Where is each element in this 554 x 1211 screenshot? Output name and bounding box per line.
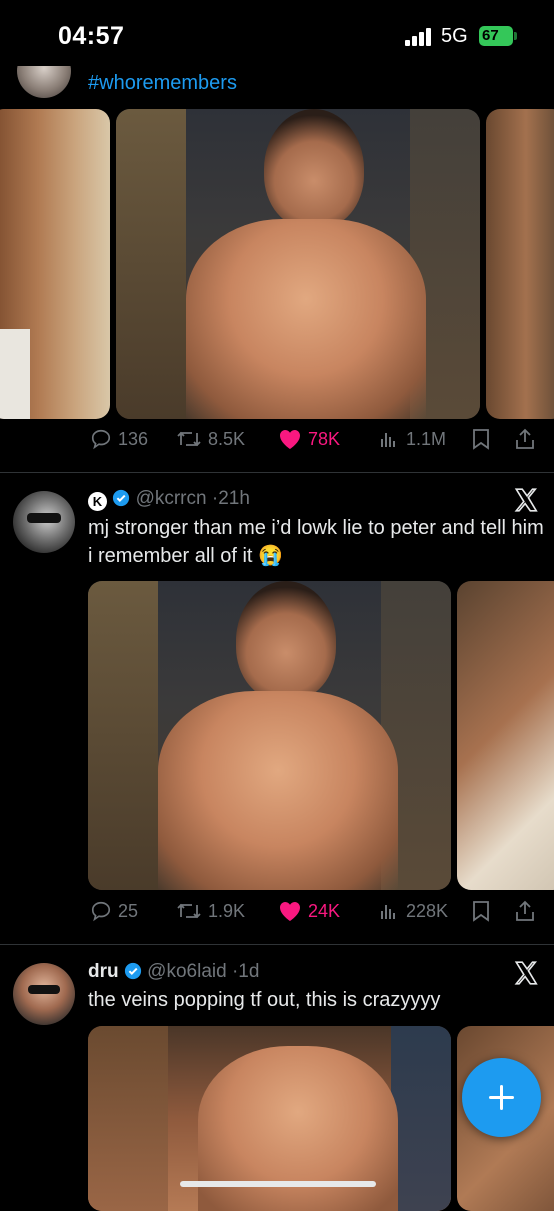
like-button[interactable]: 78K xyxy=(278,428,340,450)
views-button[interactable]: 228K xyxy=(378,900,448,922)
avatar[interactable] xyxy=(13,491,75,553)
status-time: 04:57 xyxy=(58,22,125,50)
view-count: 1.1M xyxy=(406,428,447,449)
reply-count: 25 xyxy=(118,900,139,921)
user-handle[interactable]: @kcrrcn xyxy=(136,488,207,509)
share-button[interactable] xyxy=(514,900,536,922)
x-logo-icon xyxy=(514,488,538,512)
tweet-image[interactable] xyxy=(116,109,480,419)
bookmark-icon xyxy=(473,429,489,450)
share-button[interactable] xyxy=(514,428,536,450)
reply-count: 136 xyxy=(118,428,149,449)
heart-icon xyxy=(280,902,300,921)
battery-level: 67 xyxy=(482,27,499,44)
repost-count: 8.5K xyxy=(208,428,246,449)
bookmark-button[interactable] xyxy=(472,428,490,450)
repost-icon xyxy=(177,903,201,919)
tweet-image[interactable] xyxy=(0,109,110,419)
share-icon xyxy=(516,428,534,449)
view-count: 228K xyxy=(406,900,449,921)
tweet-text: mj stronger than me i’d lowk lie to pete… xyxy=(88,517,544,567)
k-logo-icon: K xyxy=(88,492,107,511)
analytics-icon xyxy=(381,433,395,447)
like-button[interactable]: 24K xyxy=(278,900,340,922)
reply-icon xyxy=(91,429,111,450)
repost-count: 1.9K xyxy=(208,900,246,921)
tweet-divider xyxy=(0,944,554,945)
like-count: 24K xyxy=(308,900,341,921)
status-bar: 04:57 5G 67 xyxy=(0,0,554,66)
views-button[interactable]: 1.1M xyxy=(378,428,446,450)
tweet-time: 1d xyxy=(238,961,260,982)
reply-icon xyxy=(91,901,111,922)
display-name[interactable]: dru xyxy=(88,961,119,982)
verified-badge-icon xyxy=(113,489,130,507)
tweet-header: K @kcrrcn ·21h xyxy=(88,488,250,511)
tweet-actions: 136 8.5K 78K 1.1M xyxy=(88,428,538,458)
network-type: 5G xyxy=(441,25,468,47)
signal-icon xyxy=(405,28,431,46)
battery-icon: 67 xyxy=(479,26,517,46)
avatar[interactable] xyxy=(13,963,75,1025)
reply-button[interactable]: 25 xyxy=(90,900,138,922)
hashtag-link[interactable]: #whoremembers xyxy=(88,72,237,95)
tweet-text: the veins popping tf out, this is crazyy… xyxy=(88,989,441,1011)
share-icon xyxy=(516,900,534,921)
tweet-divider xyxy=(0,472,554,473)
tweet-image[interactable] xyxy=(486,109,554,419)
tweet-header: dru @ko6laid ·1d xyxy=(88,961,260,982)
heart-icon xyxy=(280,430,300,449)
tweet-image[interactable] xyxy=(457,581,554,890)
verified-badge-icon xyxy=(124,962,141,980)
repost-button[interactable]: 8.5K xyxy=(176,428,245,450)
user-handle[interactable]: @ko6laid xyxy=(147,961,227,982)
repost-icon xyxy=(177,431,201,447)
tweet-actions: 25 1.9K 24K 228K xyxy=(88,900,538,930)
reply-button[interactable]: 136 xyxy=(90,428,148,450)
x-logo-icon xyxy=(514,961,538,985)
compose-button[interactable] xyxy=(462,1058,541,1137)
bookmark-button[interactable] xyxy=(472,900,490,922)
bookmark-icon xyxy=(473,901,489,922)
like-count: 78K xyxy=(308,428,341,449)
analytics-icon xyxy=(381,905,395,919)
repost-button[interactable]: 1.9K xyxy=(176,900,245,922)
home-indicator[interactable] xyxy=(180,1181,376,1187)
tweet-image[interactable] xyxy=(88,581,451,890)
tweet-time: 21h xyxy=(218,488,250,509)
